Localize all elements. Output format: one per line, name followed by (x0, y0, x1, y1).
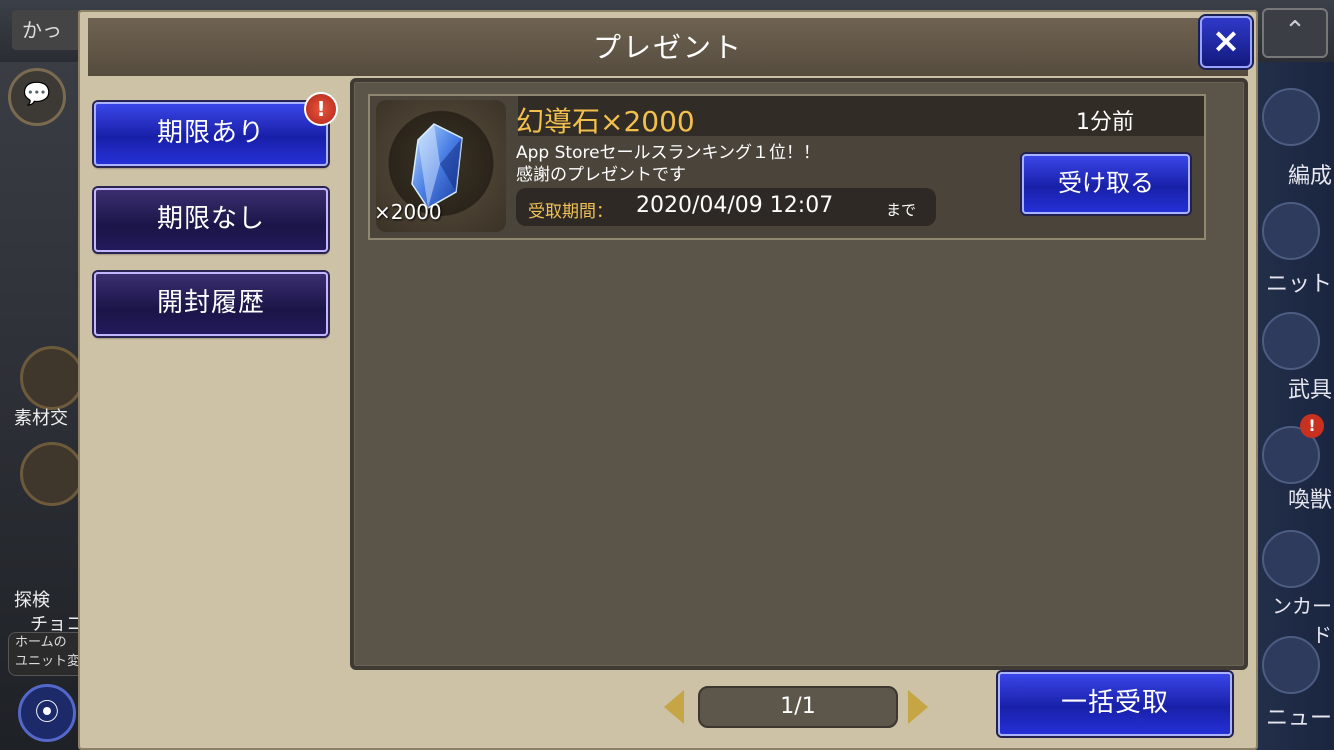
item-time-ago: 1分前 (1076, 110, 1134, 135)
background-party-icon (1262, 88, 1320, 146)
tab-no-deadline[interactable]: 期限なし (94, 188, 328, 252)
modal-title: プレゼント (88, 18, 1248, 76)
item-description-line2: 感謝のプレゼントです (516, 165, 686, 185)
tab-with-deadline[interactable]: 期限あり (94, 102, 328, 166)
item-description: App Storeセールスランキング１位！！ 感謝のプレゼントです (516, 142, 820, 186)
pager-next-icon[interactable] (908, 690, 928, 724)
pager-indicator: 1/1 (698, 686, 898, 728)
alert-icon: ! (304, 92, 338, 126)
background-unit-icon (1262, 202, 1320, 260)
background-menu-equipment: 武具 (1287, 378, 1332, 403)
item-description-line1: App Storeセールスランキング１位！！ (516, 143, 821, 163)
background-tooltip: ホームの ユニット変 (8, 632, 86, 676)
close-icon: × (1211, 21, 1241, 61)
background-menu-party: 編成 (1287, 164, 1332, 189)
background-people-icon: ⦿ (18, 684, 76, 742)
background-menu-book: ニュー (1265, 706, 1332, 731)
deadline-label: 受取期間： (528, 202, 613, 222)
item-name: 幻導石×2000 (516, 105, 695, 138)
background-tooltip-line1: ホームの (15, 635, 67, 650)
list-item: ×2000 幻導石×2000 1分前 App Storeセールスランキング１位！… (368, 94, 1206, 240)
deadline-suffix: まで (886, 201, 917, 219)
background-tooltip-line2: ユニット変 (15, 654, 81, 669)
item-quantity: ×2000 (374, 200, 442, 224)
background-alert-icon: ! (1300, 414, 1324, 438)
background-moogle-icon (20, 442, 84, 506)
pager-prev-icon[interactable] (664, 690, 684, 724)
background-equipment-icon (1262, 312, 1320, 370)
background-menu-unit: ニット (1265, 272, 1332, 297)
background-chat-icon: 💬 (8, 68, 66, 126)
present-list: ×2000 幻導石×2000 1分前 App Storeセールスランキング１位！… (350, 78, 1248, 670)
background-label-explore: 探検 (14, 590, 50, 611)
deadline-date: 2020/04/09 12:07 (636, 193, 834, 218)
background-label-materials: 素材交 (14, 408, 68, 429)
tab-open-history[interactable]: 開封履歴 (94, 272, 328, 336)
background-menu-esper: 喚獣 (1287, 488, 1332, 513)
bulk-receive-button[interactable]: 一括受取 (998, 672, 1232, 736)
background-lock-icon (20, 346, 84, 410)
background-book-icon (1262, 636, 1320, 694)
background-collapse-button: ⌃ (1262, 8, 1328, 58)
receive-button[interactable]: 受け取る (1022, 154, 1190, 214)
present-modal: プレゼント × 期限あり ! 期限なし 開封履歴 ×2000 幻導石×2000 … (78, 10, 1258, 750)
background-card-icon (1262, 530, 1320, 588)
chevron-up-icon: ⌃ (1284, 16, 1306, 46)
close-button[interactable]: × (1200, 16, 1252, 68)
deadline-box: 受取期間： 2020/04/09 12:07 まで (516, 188, 936, 226)
